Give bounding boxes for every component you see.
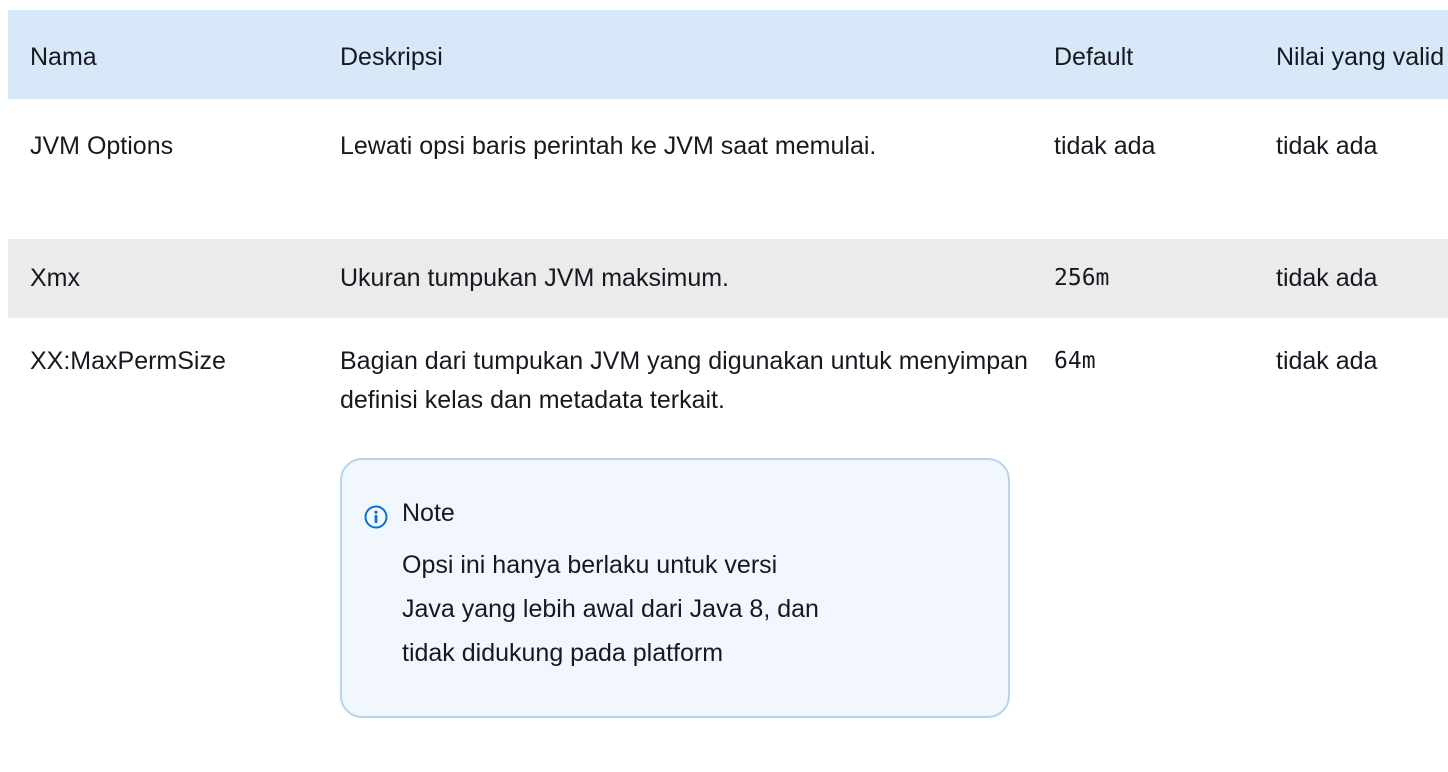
description-text: Bagian dari tumpukan JVM yang digunakan …: [340, 347, 1028, 414]
cell-valid-values: tidak ada: [1276, 347, 1378, 375]
parameters-table: Nama Deskripsi Default Nilai yang valid …: [8, 10, 1448, 718]
table-row: JVM Options Lewati opsi baris perintah k…: [8, 99, 1448, 239]
info-icon: [364, 502, 388, 528]
cell-name: Xmx: [30, 264, 80, 292]
cell-valid-values: tidak ada: [1276, 264, 1378, 292]
header-row: Nama Deskripsi Default Nilai yang valid: [8, 10, 1448, 99]
cell-description: Bagian dari tumpukan JVM yang digunakan …: [318, 318, 1032, 718]
note-header: Note: [364, 494, 1008, 533]
header-description: Deskripsi: [340, 43, 443, 71]
note-callout: Note Opsi ini hanya berlaku untuk versi …: [340, 458, 1010, 718]
table-header: Nama Deskripsi Default Nilai yang valid: [8, 10, 1448, 99]
cell-description: Lewati opsi baris perintah ke JVM saat m…: [340, 132, 877, 160]
cell-valid-values: tidak ada: [1276, 132, 1378, 160]
cell-description: Ukuran tumpukan JVM maksimum.: [340, 264, 730, 292]
header-valid-values: Nilai yang valid: [1276, 43, 1445, 71]
cell-name: JVM Options: [30, 132, 174, 160]
cell-name: XX:MaxPermSize: [30, 347, 226, 375]
header-name: Nama: [30, 43, 97, 71]
note-title: Note: [402, 499, 455, 527]
note-body: Opsi ini hanya berlaku untuk versi Java …: [402, 551, 819, 667]
cell-default: tidak ada: [1054, 132, 1156, 160]
cell-default: 64m: [1054, 348, 1096, 374]
cell-default: 256m: [1054, 265, 1110, 291]
table-row: XX:MaxPermSize Bagian dari tumpukan JVM …: [8, 318, 1448, 718]
table-row: Xmx Ukuran tumpukan JVM maksimum. 256m t…: [8, 239, 1448, 318]
table-body: JVM Options Lewati opsi baris perintah k…: [8, 99, 1448, 718]
header-default: Default: [1054, 43, 1134, 71]
parameters-table-container: Nama Deskripsi Default Nilai yang valid …: [8, 10, 1448, 718]
